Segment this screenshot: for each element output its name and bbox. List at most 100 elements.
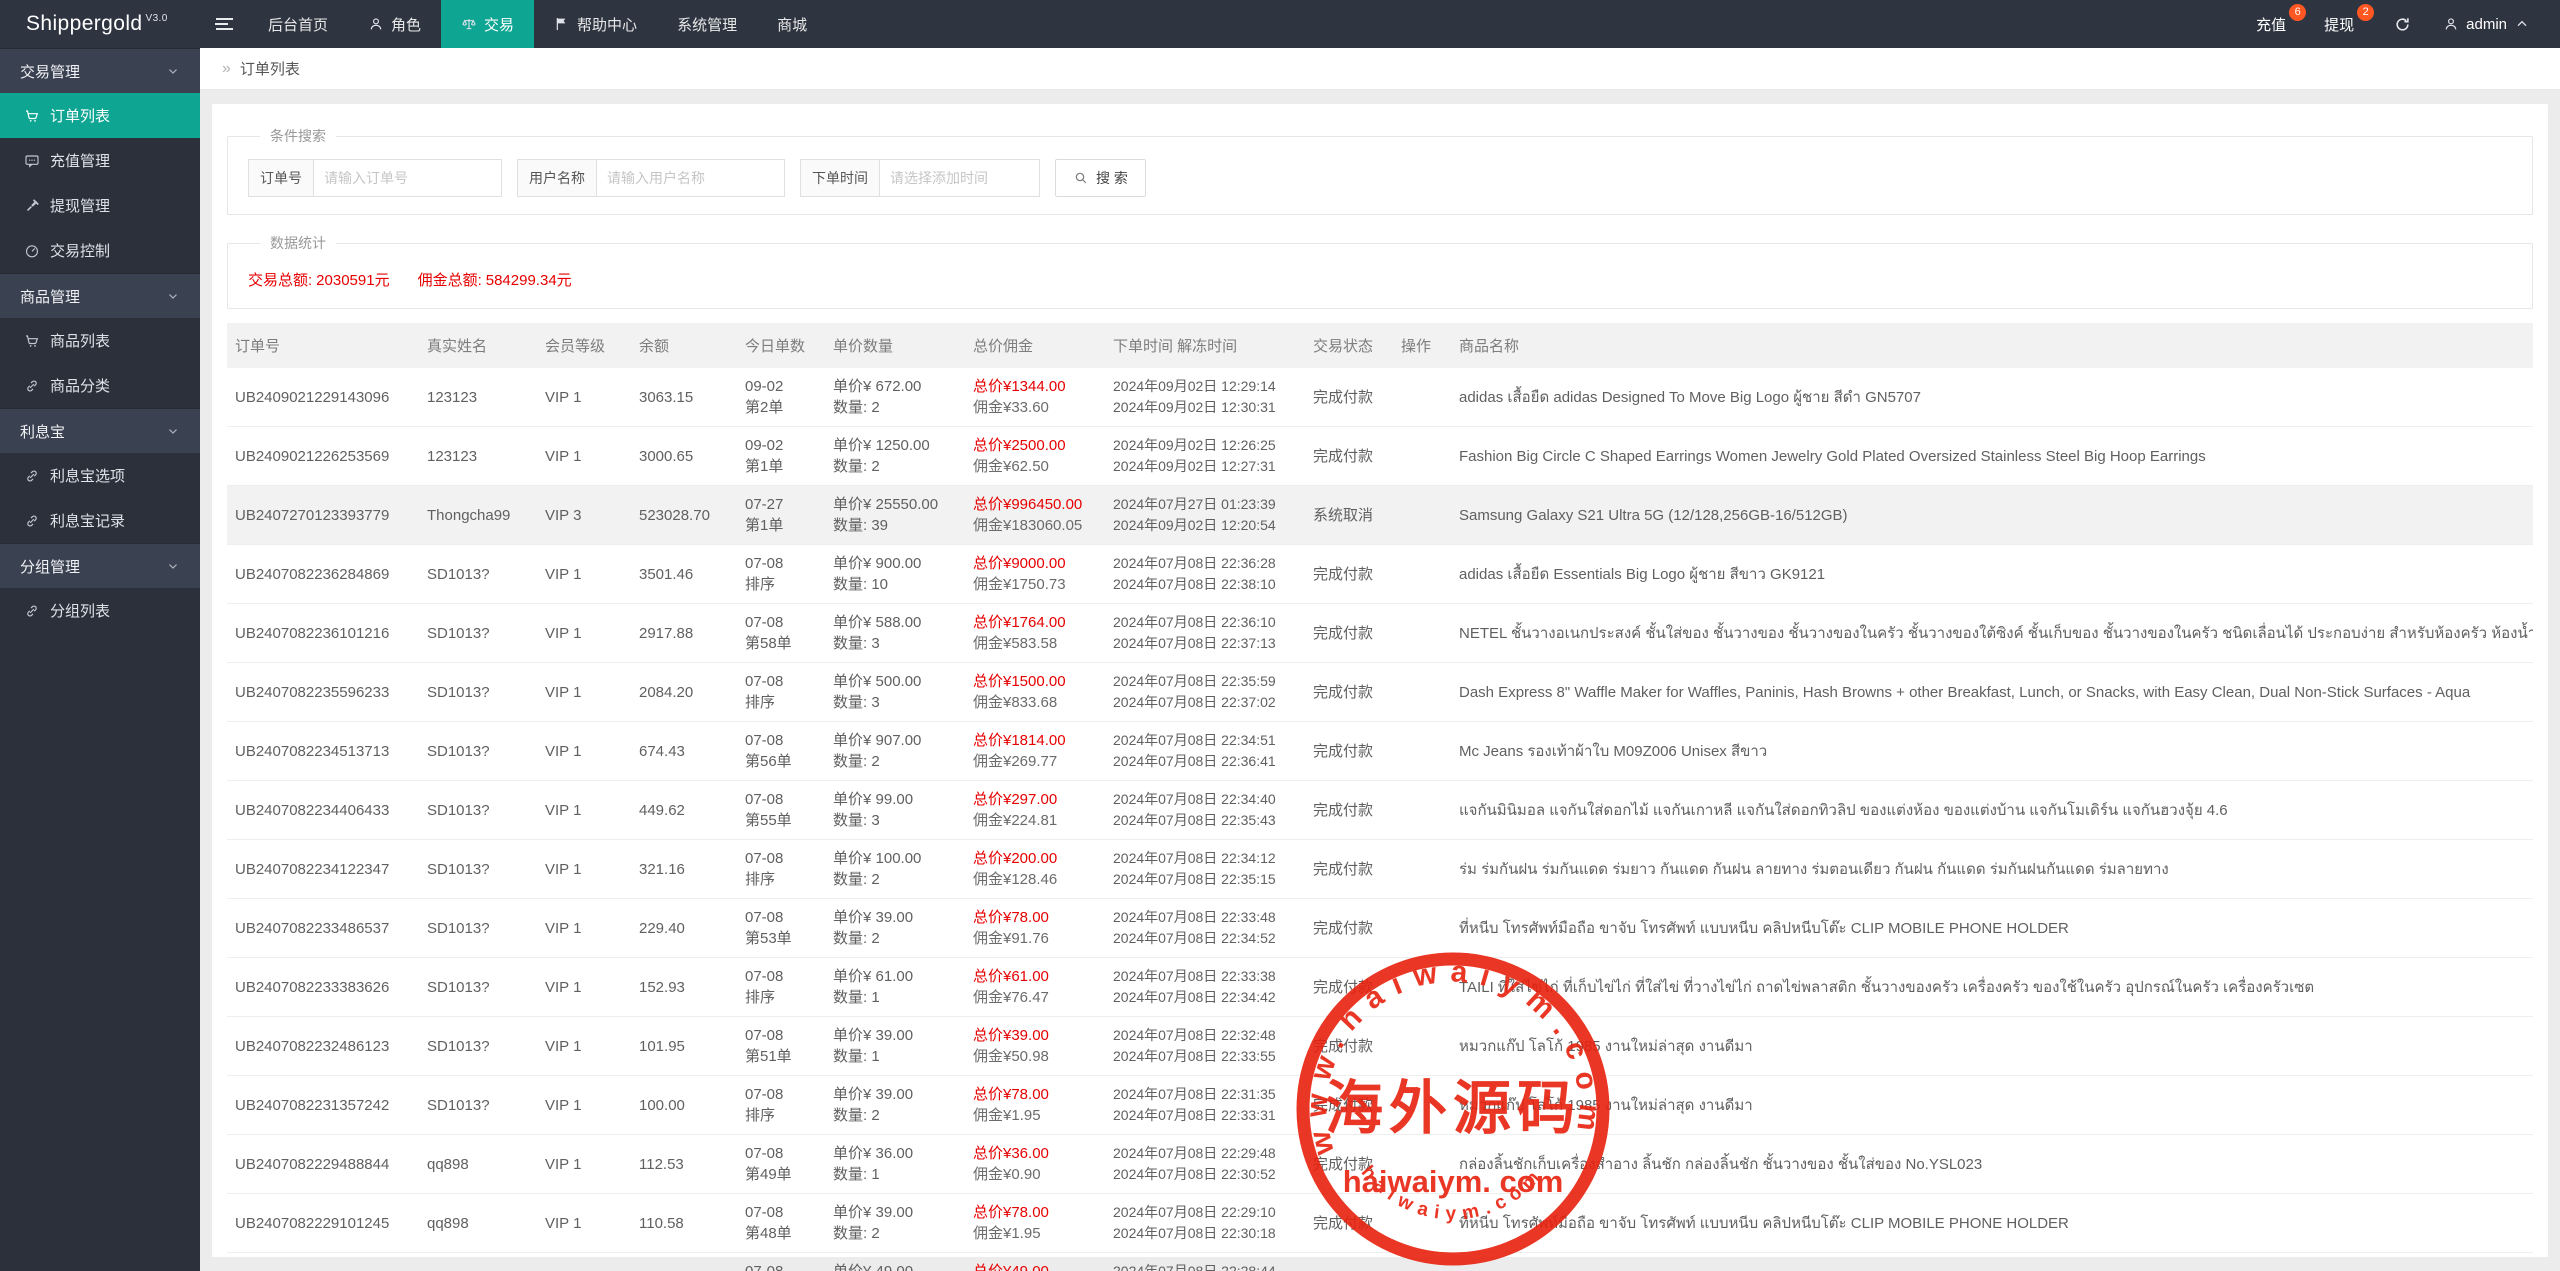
stats-panel: 数据统计 交易总额:2030591元 佣金总额:584299.34元 <box>227 233 2533 309</box>
stat-total-trade: 交易总额:2030591元 <box>248 269 390 290</box>
withdraw-badge: 2 <box>2357 4 2374 21</box>
cell-action <box>1393 1135 1451 1194</box>
sidebar-group-lixibao[interactable]: 利息宝 <box>0 408 200 453</box>
sidebar-item-goods-list[interactable]: 商品列表 <box>0 318 200 363</box>
cell-status: 完成付款 <box>1305 958 1393 1017</box>
cell-vip-level: VIP 1 <box>537 781 631 840</box>
nav-item-label: 后台首页 <box>268 14 328 35</box>
chevron-up-icon <box>2514 16 2530 32</box>
cell-status: 完成付款 <box>1305 1017 1393 1076</box>
cell-action <box>1393 1253 1451 1271</box>
nav-item-mall[interactable]: 商城 <box>757 0 827 48</box>
cell-vip-level: VIP 1 <box>537 604 631 663</box>
sidebar-item-label: 充值管理 <box>50 150 110 171</box>
nav-item-role[interactable]: 角色 <box>348 0 441 48</box>
sidebar-item-lixibao-records[interactable]: 利息宝记录 <box>0 498 200 543</box>
sidebar-item-group-list[interactable]: 分组列表 <box>0 588 200 633</box>
cell-product: หมวกแก๊ป โลโก้ 1985 งานใหม่ล่าสุด งานดีม… <box>1451 1017 2533 1076</box>
nav-item-help-center[interactable]: 帮助中心 <box>534 0 657 48</box>
cell-price-qty: 单价¥ 39.00数量: 2 <box>825 1076 965 1135</box>
sidebar-item-label: 提现管理 <box>50 195 110 216</box>
cell-action <box>1393 368 1451 427</box>
cell-balance: 3000.65 <box>631 427 737 486</box>
cell-total-commission: 总价¥78.00佣金¥1.95 <box>965 1194 1105 1253</box>
cell-total-commission: 总价¥78.00佣金¥1.95 <box>965 1076 1105 1135</box>
cell-total-commission: 总价¥1344.00佣金¥33.60 <box>965 368 1105 427</box>
cell-balance: 321.16 <box>631 840 737 899</box>
sidebar: 交易管理订单列表充值管理提现管理交易控制商品管理商品列表商品分类利息宝利息宝选项… <box>0 48 200 1271</box>
cell-times: 2024年07月08日 22:36:102024年07月08日 22:37:13 <box>1105 604 1305 663</box>
cell-price-qty: 单价¥ 99.00数量: 3 <box>825 781 965 840</box>
sidebar-toggle-icon[interactable] <box>200 0 248 48</box>
cell-real-name: SD1013? <box>419 1017 537 1076</box>
cell-real-name: 123123 <box>419 368 537 427</box>
cell-action <box>1393 1194 1451 1253</box>
sidebar-item-goods-category[interactable]: 商品分类 <box>0 363 200 408</box>
order-time-input[interactable] <box>880 159 1040 197</box>
link-icon <box>24 378 40 394</box>
table-row: UB2407082231357242SD1013?VIP 1100.0007-0… <box>227 1076 2533 1135</box>
cell-today-orders: 09-02第2单 <box>737 368 825 427</box>
cell-product: Fashion Big Circle C Shaped Earrings Wom… <box>1451 427 2533 486</box>
sidebar-item-trade-control[interactable]: 交易控制 <box>0 228 200 273</box>
refresh-button[interactable] <box>2378 0 2427 48</box>
cell-real-name: Thongcha99 <box>419 486 537 545</box>
sidebar-item-recharge-manage[interactable]: 充值管理 <box>0 138 200 183</box>
search-panel: 条件搜索 订单号 用户名称 下单时间 <box>227 126 2533 215</box>
sidebar-group-goods-manage[interactable]: 商品管理 <box>0 273 200 318</box>
order-list-page: { "app": { "logo": "Shippergold", "versi… <box>0 0 2560 1271</box>
search-icon <box>1073 170 1089 186</box>
table-row: UB2409021229143096123123VIP 13063.1509-0… <box>227 368 2533 427</box>
sidebar-item-label: 利息宝选项 <box>50 465 125 486</box>
sidebar-group-group-manage[interactable]: 分组管理 <box>0 543 200 588</box>
nav-withdraw-button[interactable]: 提现2 <box>2310 0 2378 48</box>
search-button[interactable]: 搜 索 <box>1055 159 1146 197</box>
order-no-field: 订单号 <box>248 159 502 197</box>
stats-panel-title: 数据统计 <box>260 233 336 253</box>
cell-today-orders: 09-02第1单 <box>737 427 825 486</box>
cell-vip-level: VIP 1 <box>537 545 631 604</box>
cell-real-name: SD1013? <box>419 840 537 899</box>
sidebar-item-withdraw-manage[interactable]: 提现管理 <box>0 183 200 228</box>
sidebar-item-order-list[interactable]: 订单列表 <box>0 93 200 138</box>
sidebar-item-lixibao-options[interactable]: 利息宝选项 <box>0 453 200 498</box>
cell-action <box>1393 722 1451 781</box>
cell-action <box>1393 1076 1451 1135</box>
cell-balance: 229.40 <box>631 899 737 958</box>
cell-times: 2024年07月08日 22:36:282024年07月08日 22:38:10 <box>1105 545 1305 604</box>
nav-item-trade[interactable]: 交易 <box>441 0 534 48</box>
order-no-input[interactable] <box>314 159 502 197</box>
cell-price-qty: 单价¥ 39.00数量: 1 <box>825 1017 965 1076</box>
chevron-down-icon <box>166 64 180 78</box>
cell-real-name: SD1013? <box>419 604 537 663</box>
sidebar-group-trade-manage[interactable]: 交易管理 <box>0 48 200 93</box>
nav-item-system[interactable]: 系统管理 <box>657 0 757 48</box>
top-navbar: ShippergoldV3.0 后台首页角色交易帮助中心系统管理商城 充值6提现… <box>0 0 2560 48</box>
cell-balance: 112.53 <box>631 1135 737 1194</box>
cell-product: Samsung Galaxy S21 Ultra 5G (12/128,256G… <box>1451 486 2533 545</box>
table-row: UB2407082234122347SD1013?VIP 1321.1607-0… <box>227 840 2533 899</box>
link-icon <box>24 468 40 484</box>
cell-total-commission: 总价¥36.00佣金¥0.90 <box>965 1135 1105 1194</box>
cell-times: 2024年07月08日 22:34:402024年07月08日 22:35:43 <box>1105 781 1305 840</box>
user-icon <box>2443 16 2459 32</box>
cell-balance: 152.93 <box>631 958 737 1017</box>
cell-balance: 674.43 <box>631 722 737 781</box>
cell-vip-level: VIP 1 <box>537 1076 631 1135</box>
user-menu[interactable]: admin <box>2427 0 2546 48</box>
cell-today-orders: 07-08第49单 <box>737 1135 825 1194</box>
cell-status: 完成付款 <box>1305 1253 1393 1271</box>
cell-real-name: SD1013? <box>419 958 537 1017</box>
nav-recharge-button[interactable]: 充值6 <box>2242 0 2310 48</box>
user-name-input[interactable] <box>597 159 785 197</box>
nav-item-home[interactable]: 后台首页 <box>248 0 348 48</box>
cell-balance: 2917.88 <box>631 604 737 663</box>
sidebar-item-label: 交易控制 <box>50 240 110 261</box>
cell-action <box>1393 545 1451 604</box>
cell-balance: 110.58 <box>631 1194 737 1253</box>
recharge-badge: 6 <box>2289 4 2306 21</box>
cell-status: 完成付款 <box>1305 722 1393 781</box>
cell-vip-level: VIP 1 <box>537 1194 631 1253</box>
breadcrumb-current: 订单列表 <box>240 58 300 79</box>
cell-balance: 100.00 <box>631 1076 737 1135</box>
